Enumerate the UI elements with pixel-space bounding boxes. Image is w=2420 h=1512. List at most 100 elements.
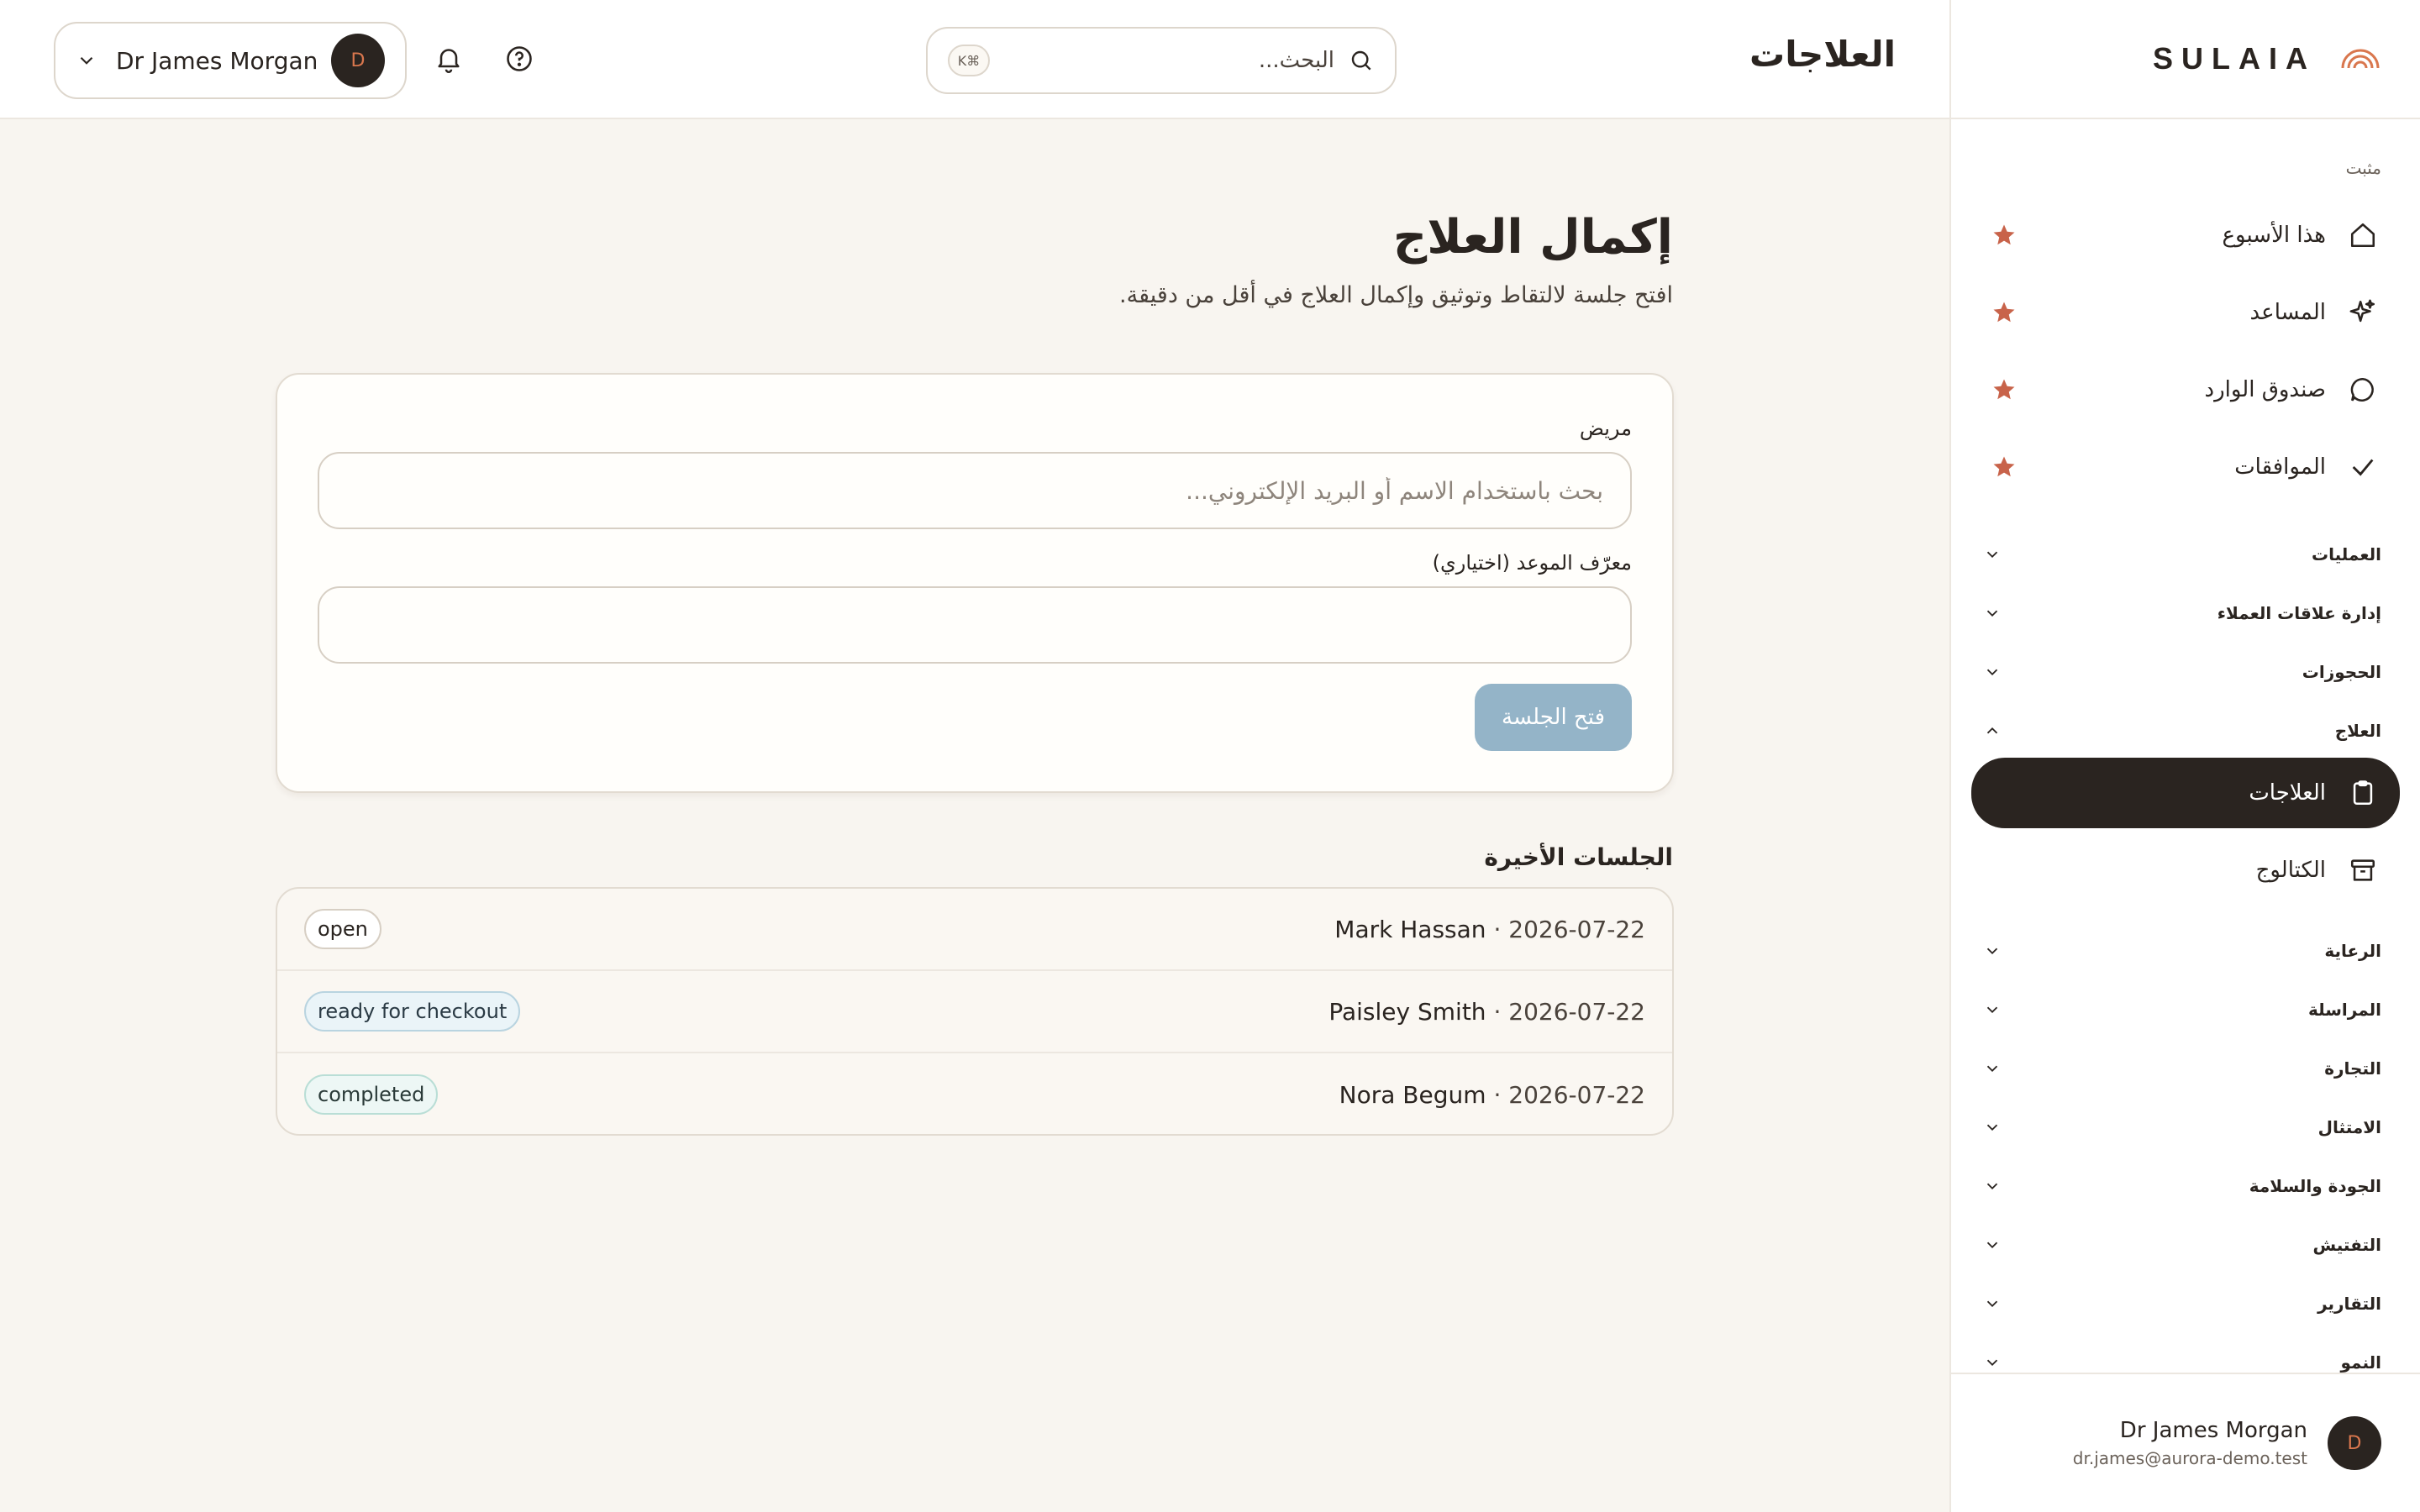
session-date: 2026-07-22 [1508,997,1645,1026]
avatar: D [2328,1416,2381,1470]
group-label: التفتيش [2312,1235,2381,1255]
chat-bubble-icon [2346,373,2380,407]
sidebar-item-approvals[interactable]: الموافقات [1971,432,2400,502]
star-icon[interactable] [1991,223,2017,248]
user-details: Dr James Morgan dr.james@aurora-demo.tes… [2073,1418,2307,1468]
sidebar-item-label: العلاجات [2249,780,2326,806]
sidebar-group-messaging[interactable]: المراسلة [1983,993,2381,1026]
help-circle-icon [507,46,532,71]
status-badge: open [304,909,381,949]
patient-search-input[interactable] [318,452,1632,529]
session-date-prefix: · [1493,997,1502,1026]
list-item[interactable]: Nora Begum · 2026-07-22 completed [277,1053,1672,1134]
patient-name: Paisley Smith [1328,997,1486,1026]
chevron-down-icon [1986,1006,1998,1014]
sidebar-item-label: المساعد [2249,300,2326,325]
appointment-id-label: معرّف الموعد (اختياري) [1432,551,1632,575]
user-name: Dr James Morgan [116,46,318,75]
sidebar-item-label: الموافقات [2234,454,2326,480]
group-label: إدارة علاقات العملاء [2217,603,2381,623]
sidebar-item-catalog[interactable]: الكتالوج [1971,835,2400,906]
group-label: الرعاية [2324,941,2381,961]
group-label: النمو [2340,1352,2381,1373]
group-label: الحجوزات [2302,662,2381,682]
session-date: 2026-07-22 [1508,915,1645,943]
list-item[interactable]: Mark Hassan · 2026-07-22 open [277,889,1672,971]
user-menu-button[interactable]: Dr James Morgan D [54,22,407,99]
section-subtitle: افتح جلسة لالتقاط وتوثيق وإكمال العلاج ف… [1119,282,1673,308]
recent-sessions-title: الجلسات الأخيرة [1484,843,1673,871]
brand-name: SULAIA [2153,41,2316,76]
star-icon[interactable] [1991,454,2017,480]
page-title: العلاجات [1749,34,1896,75]
chevron-down-icon [1986,948,1998,955]
avatar: D [331,34,385,87]
sidebar-group-care[interactable]: الرعاية [1983,934,2381,968]
search-bar[interactable]: ⌘K [926,27,1397,94]
sidebar-group-commerce[interactable]: التجارة [1983,1052,2381,1085]
session-date-prefix: · [1493,1080,1502,1109]
sidebar-group-quality-safety[interactable]: الجودة والسلامة [1983,1169,2381,1203]
sidebar-group-treatment[interactable]: العلاج [1983,714,2381,748]
session-date: 2026-07-22 [1508,1080,1645,1109]
open-session-button[interactable]: فتح الجلسة [1475,684,1632,751]
sidebar-group-crm[interactable]: إدارة علاقات العملاء [1983,596,2381,630]
sidebar-item-inbox[interactable]: صندوق الوارد [1971,354,2400,425]
sidebar-group-reports[interactable]: التقارير [1983,1287,2381,1320]
sidebar-user-profile[interactable]: D Dr James Morgan dr.james@aurora-demo.t… [1951,1373,2420,1512]
list-item[interactable]: Paisley Smith · 2026-07-22 ready for che… [277,971,1672,1053]
group-label: العلاج [2334,721,2381,741]
notifications-button[interactable] [430,40,467,77]
help-button[interactable] [501,40,538,77]
group-label: الجودة والسلامة [2249,1176,2381,1196]
brand[interactable]: SULAIA [1951,0,2420,119]
session-info: Mark Hassan · 2026-07-22 [1334,916,1645,943]
check-icon [2346,450,2380,484]
group-label: التجارة [2324,1058,2381,1079]
search-icon [1351,50,1371,71]
star-icon[interactable] [1991,300,2017,325]
appointment-id-input[interactable] [318,586,1632,664]
sidebar-group-inspection[interactable]: التفتيش [1983,1228,2381,1262]
chevron-down-icon [1986,1300,1998,1308]
session-info: Nora Begum · 2026-07-22 [1339,1081,1645,1109]
patient-label: مريض [1579,417,1632,440]
pinned-label: مثبت [2345,158,2381,178]
sidebar-item-label: هذا الأسبوع [2222,223,2326,248]
user-name: Dr James Morgan [2119,1418,2307,1443]
archive-box-icon [2346,853,2380,887]
sidebar-group-bookings[interactable]: الحجوزات [1983,655,2381,689]
recent-sessions-list: Mark Hassan · 2026-07-22 open Paisley Sm… [276,887,1674,1136]
chevron-down-icon [1986,551,1998,559]
session-date-prefix: · [1493,915,1502,943]
group-label: الامتثال [2317,1117,2381,1137]
chevron-down-icon [80,56,93,65]
patient-name: Nora Begum [1339,1080,1486,1109]
group-label: التقارير [2317,1294,2381,1314]
section-title: إكمال العلاج [1392,210,1673,265]
search-input[interactable] [990,48,1334,73]
chevron-down-icon [1986,1359,1998,1367]
chevron-down-icon [1986,1183,1998,1190]
sidebar-item-label: الكتالوج [2255,858,2326,883]
sidebar-group-operations[interactable]: العمليات [1983,538,2381,571]
sidebar-item-treatments[interactable]: العلاجات [1971,758,2400,828]
chevron-down-icon [1986,610,1998,617]
top-header: العلاجات ⌘K Dr James Morgan D [0,0,1949,119]
status-badge: ready for checkout [304,991,521,1032]
sidebar-item-assistant[interactable]: المساعد [1971,277,2400,348]
home-icon [2346,218,2380,252]
open-session-form: مريض معرّف الموعد (اختياري) فتح الجلسة [276,373,1674,793]
star-icon[interactable] [1991,377,2017,402]
sidebar-group-compliance[interactable]: الامتثال [1983,1110,2381,1144]
chevron-down-icon [1986,1242,1998,1249]
sidebar: SULAIA مثبت هذا الأسبوع المساعد صندوق ال… [1949,0,2420,1512]
chevron-down-icon [1986,1124,1998,1131]
sidebar-item-this-week[interactable]: هذا الأسبوع [1971,200,2400,270]
search-shortcut-badge: ⌘K [948,45,990,76]
session-info: Paisley Smith · 2026-07-22 [1328,998,1645,1026]
bell-icon [438,49,460,73]
status-badge: completed [304,1074,439,1115]
user-email: dr.james@aurora-demo.test [2072,1448,2307,1468]
chevron-up-icon [1986,727,1998,734]
